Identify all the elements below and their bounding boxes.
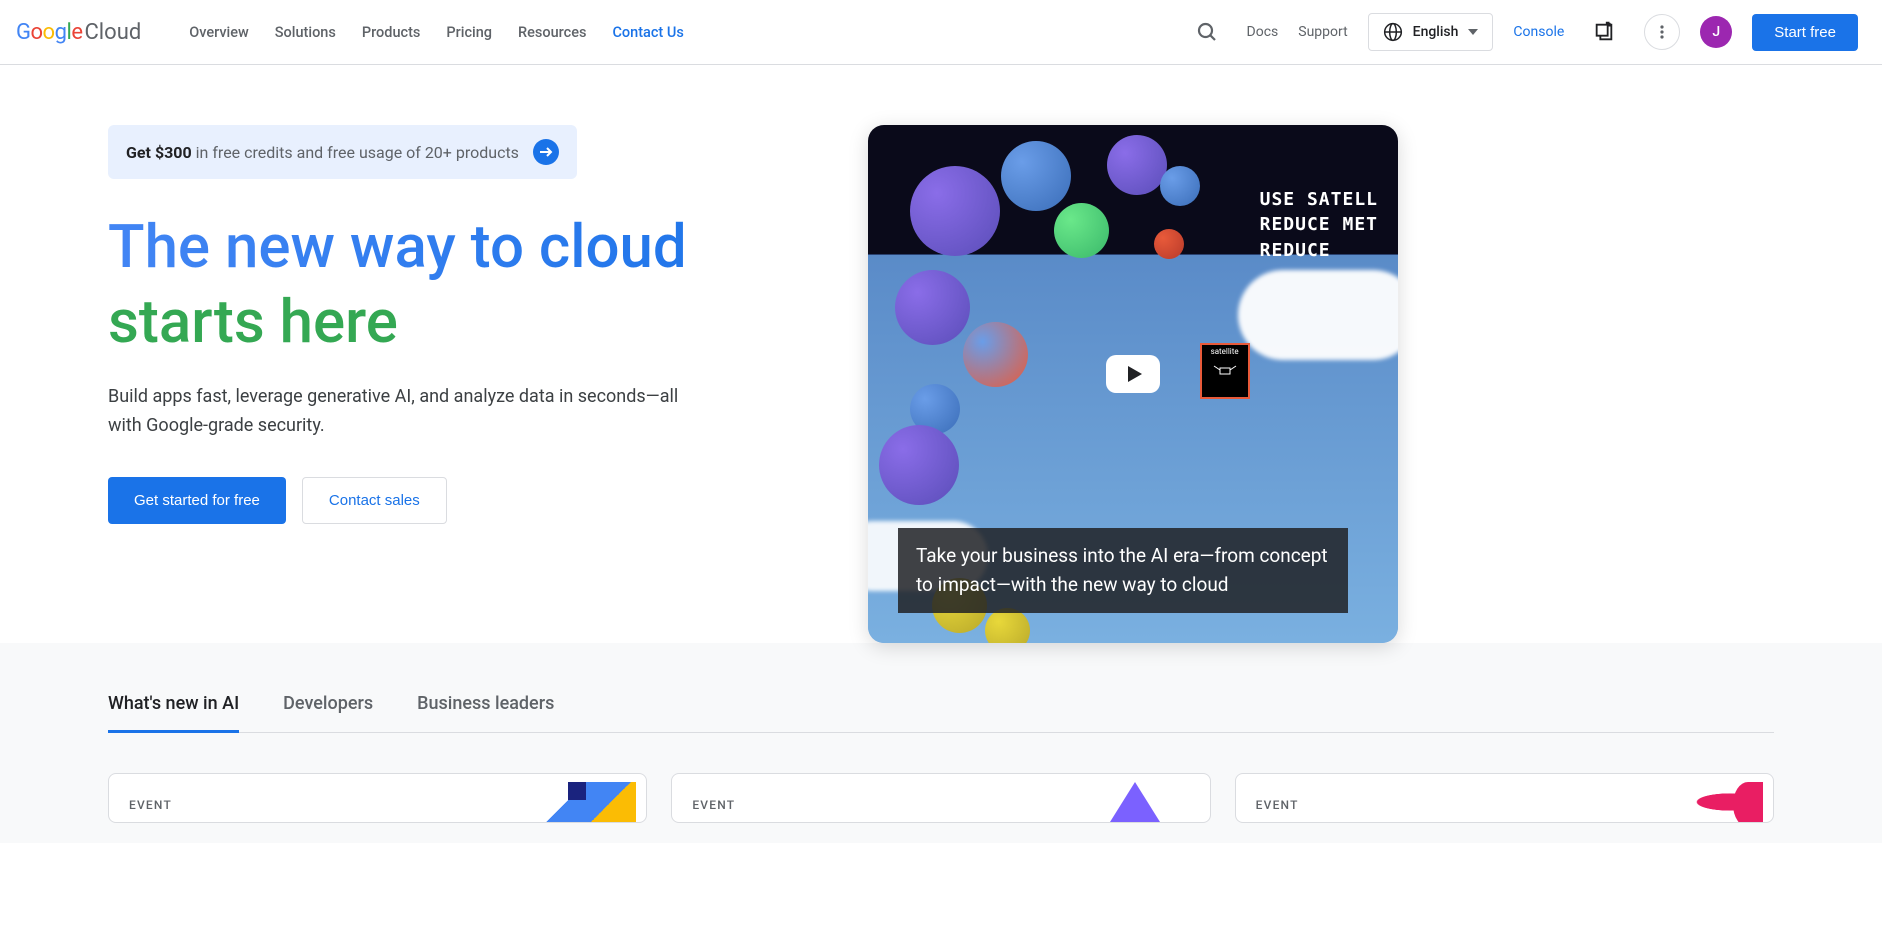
start-free-button[interactable]: Start free <box>1752 14 1858 51</box>
sphere-decoration <box>895 270 970 345</box>
nav-pricing[interactable]: Pricing <box>446 24 492 41</box>
support-link[interactable]: Support <box>1298 24 1347 40</box>
sphere-decoration <box>1001 141 1071 211</box>
search-icon <box>1195 20 1219 44</box>
more-vertical-icon <box>1654 24 1670 40</box>
docs-link[interactable]: Docs <box>1247 24 1279 40</box>
hero-title-line1: The new way to cloud <box>108 209 828 284</box>
arrow-right-icon <box>533 139 559 165</box>
language-selector[interactable]: English <box>1368 13 1494 51</box>
language-label: English <box>1413 24 1459 40</box>
sphere-decoration <box>985 608 1030 643</box>
content-tabs: What's new in AI Developers Business lea… <box>108 693 1774 733</box>
more-menu-button[interactable] <box>1644 14 1680 50</box>
satellite-label: satellite <box>1200 343 1250 399</box>
cloud-decoration <box>1238 270 1398 360</box>
hero-content: Get $300 in free credits and free usage … <box>108 125 828 643</box>
nav-solutions[interactable]: Solutions <box>275 24 336 41</box>
card-art-icon <box>526 782 636 822</box>
hero-description: Build apps fast, leverage generative AI,… <box>108 383 708 441</box>
primary-nav: Overview Solutions Products Pricing Reso… <box>189 24 684 41</box>
avatar-initial: J <box>1712 24 1720 40</box>
nav-overview[interactable]: Overview <box>189 24 249 41</box>
user-avatar[interactable]: J <box>1700 16 1732 48</box>
logo[interactable]: Google Cloud <box>8 20 149 45</box>
share-icon <box>1593 21 1615 43</box>
share-button[interactable] <box>1584 12 1624 52</box>
video-caption: Take your business into the AI era—from … <box>898 528 1348 613</box>
event-card[interactable]: EVENT <box>671 773 1210 823</box>
sphere-decoration <box>910 166 1000 256</box>
video-overlay-text: USE SATELL REDUCE MET REDUCE <box>1260 187 1378 263</box>
hero-title-line2: starts here <box>108 284 828 359</box>
sphere-decoration <box>879 425 959 505</box>
sphere-decoration <box>1160 166 1200 206</box>
cloud-logo-text: Cloud <box>84 20 141 45</box>
tabs-section: What's new in AI Developers Business lea… <box>0 643 1882 843</box>
sphere-decoration <box>1154 229 1184 259</box>
promo-text: in free credits and free usage of 20+ pr… <box>196 143 519 162</box>
card-art-icon <box>1653 782 1763 822</box>
sphere-decoration <box>1054 203 1109 258</box>
main-header: Google Cloud Overview Solutions Products… <box>0 0 1882 65</box>
globe-icon <box>1383 22 1403 42</box>
card-art-icon <box>1090 782 1200 822</box>
event-card[interactable]: EVENT <box>1235 773 1774 823</box>
event-cards: EVENT EVENT EVENT <box>108 773 1774 823</box>
hero-title: The new way to cloud starts here <box>108 209 828 359</box>
play-button[interactable] <box>1106 355 1160 393</box>
promo-bold-text: Get $300 <box>126 143 192 162</box>
card-label: EVENT <box>692 798 735 812</box>
nav-resources[interactable]: Resources <box>518 24 586 41</box>
header-right: Docs Support English Console J Start fre… <box>1187 12 1858 52</box>
search-button[interactable] <box>1187 12 1227 52</box>
tab-developers[interactable]: Developers <box>283 693 373 733</box>
promo-banner[interactable]: Get $300 in free credits and free usage … <box>108 125 577 179</box>
contact-sales-button[interactable]: Contact sales <box>302 477 447 524</box>
nav-contact[interactable]: Contact Us <box>612 24 683 41</box>
console-link[interactable]: Console <box>1513 24 1564 40</box>
tab-ai[interactable]: What's new in AI <box>108 693 239 733</box>
tab-business[interactable]: Business leaders <box>417 693 554 733</box>
play-icon <box>1128 366 1142 382</box>
google-logo-text: Google <box>16 20 82 45</box>
hero-media: USE SATELL REDUCE MET REDUCE satellite T… <box>868 125 1398 643</box>
chevron-down-icon <box>1468 29 1478 35</box>
hero-cta-group: Get started for free Contact sales <box>108 477 828 524</box>
hero-section: Get $300 in free credits and free usage … <box>0 65 1882 643</box>
card-label: EVENT <box>129 798 172 812</box>
card-label: EVENT <box>1256 798 1299 812</box>
sphere-decoration <box>963 322 1028 387</box>
nav-products[interactable]: Products <box>362 24 421 41</box>
get-started-button[interactable]: Get started for free <box>108 477 286 524</box>
video-card[interactable]: USE SATELL REDUCE MET REDUCE satellite T… <box>868 125 1398 643</box>
sphere-decoration <box>1107 135 1167 195</box>
event-card[interactable]: EVENT <box>108 773 647 823</box>
